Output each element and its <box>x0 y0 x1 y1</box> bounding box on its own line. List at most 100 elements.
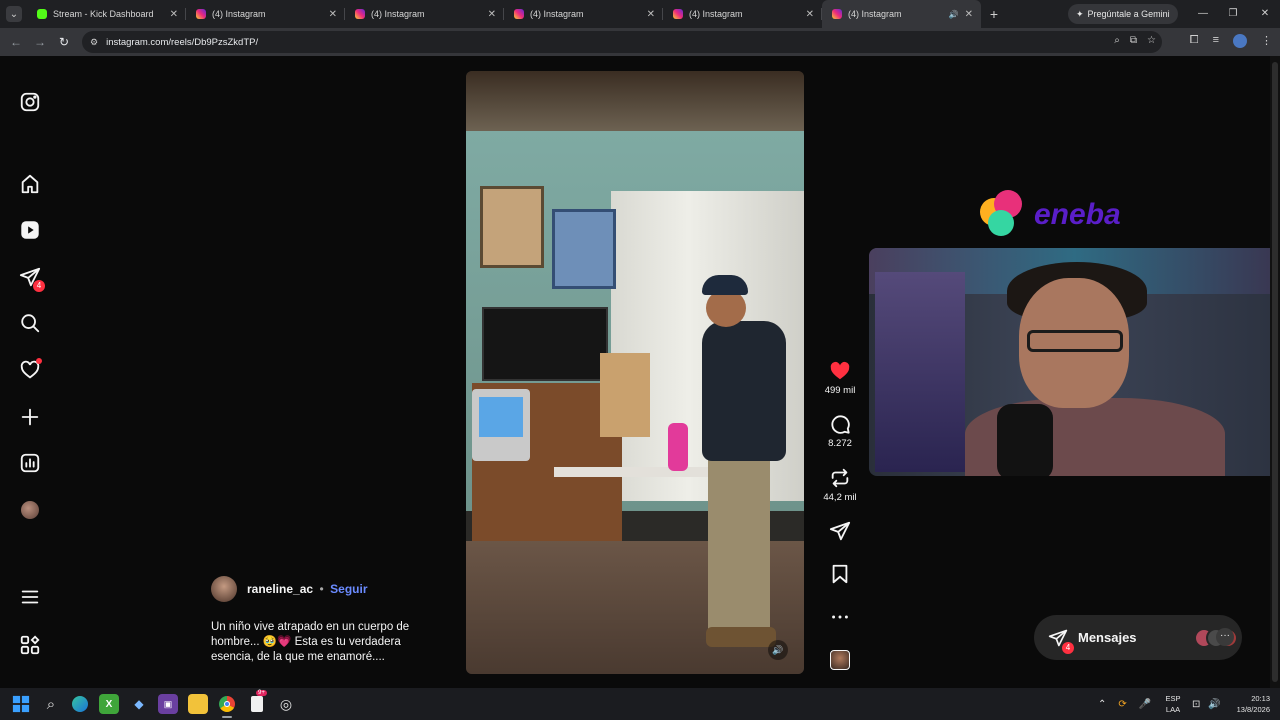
restore-button[interactable]: ❐ <box>1218 0 1248 28</box>
messages-more-icon[interactable]: ··· <box>1216 628 1234 646</box>
install-app-icon[interactable]: ⧉ <box>1130 35 1137 46</box>
tab-title: (4) Instagram <box>848 9 902 19</box>
obs-icon[interactable]: ◎ <box>276 694 296 714</box>
zoom-icon[interactable]: ⌕ <box>1114 35 1120 46</box>
close-tab-icon[interactable]: ✕ <box>488 9 496 20</box>
messages-pill[interactable]: 4 Mensajes ··· <box>1034 615 1242 660</box>
search-icon[interactable] <box>19 312 41 334</box>
browser-tab[interactable]: (4) Instagram ✕ <box>663 0 822 28</box>
bookmark-star-icon[interactable]: ☆ <box>1147 35 1156 46</box>
url-text[interactable]: instagram.com/reels/Db9PzsZkdTP/ <box>106 37 258 48</box>
instagram-logo-icon[interactable] <box>19 91 41 113</box>
original-audio-thumbnail[interactable] <box>830 650 850 670</box>
reels-icon[interactable] <box>19 219 41 241</box>
video-frame-tv <box>482 307 608 381</box>
site-info-icon[interactable]: ⚙ <box>90 37 98 48</box>
video-frame-portrait <box>480 186 544 268</box>
caption-text[interactable]: Un niño vive atrapado en un cuerpo de ho… <box>211 620 441 665</box>
video-frame-ceiling <box>466 71 804 131</box>
close-tab-icon[interactable]: ✕ <box>170 9 178 20</box>
windows-taskbar: ⌕ X ◆ ▣ 9+ ◎ ⌃ ⟳ 🎤 ESP LAA ⊡ 🔊 20:13 13/… <box>0 688 1280 720</box>
home-icon[interactable] <box>19 173 41 195</box>
more-menu-icon[interactable] <box>19 586 41 608</box>
reel-author: raneline_ac • Seguir <box>211 576 441 602</box>
dashboard-chart-icon[interactable] <box>19 452 41 474</box>
tab-title: (4) Instagram <box>371 9 425 19</box>
file-explorer-icon[interactable] <box>188 694 208 714</box>
close-window-button[interactable]: ✕ <box>1250 0 1280 28</box>
browser-tab[interactable]: (4) Instagram ✕ <box>345 0 504 28</box>
bookmark-icon <box>832 564 848 584</box>
time-text: 20:13 <box>1251 694 1270 703</box>
close-tab-icon[interactable]: ✕ <box>965 9 973 20</box>
photos-app-icon[interactable]: ▣ <box>158 694 178 714</box>
repost-button[interactable]: 44,2 mil <box>818 467 862 503</box>
kick-icon <box>37 9 47 19</box>
microphone-icon[interactable]: 🎤 <box>1139 699 1151 710</box>
close-tab-icon[interactable]: ✕ <box>647 9 655 20</box>
instagram-icon <box>673 9 683 19</box>
system-tray: ⌃ ⟳ 🎤 <box>1098 688 1151 720</box>
profile-avatar-icon[interactable] <box>19 499 41 521</box>
messages-label: Mensajes <box>1078 630 1137 645</box>
browser-tab[interactable]: (4) Instagram ✕ <box>504 0 663 28</box>
volume-icon[interactable]: 🔊 <box>768 640 788 660</box>
app-badge: 9+ <box>256 690 267 696</box>
author-username[interactable]: raneline_ac <box>247 582 313 596</box>
close-tab-icon[interactable]: ✕ <box>806 9 814 20</box>
sync-icon[interactable]: ⟳ <box>1118 699 1126 710</box>
create-plus-icon[interactable] <box>19 406 41 428</box>
address-bar[interactable]: ⚙ instagram.com/reels/Db9PzsZkdTP/ ⌕ ⧉ ☆ <box>82 31 1162 53</box>
ellipsis-icon <box>832 615 848 619</box>
like-button[interactable]: 499 mil <box>818 360 862 396</box>
tab-search-button[interactable]: ⌄ <box>6 6 22 22</box>
notifications-heart-icon[interactable] <box>19 358 42 381</box>
language-code: ESP <box>1165 694 1181 703</box>
save-button[interactable] <box>818 563 862 585</box>
send-icon <box>829 521 851 541</box>
gemini-button[interactable]: ✦ Pregúntale a Gemini <box>1068 4 1178 24</box>
browser-tab[interactable]: (4) Instagram ✕ <box>186 0 345 28</box>
notes-app-icon[interactable]: 9+ <box>247 690 267 714</box>
comment-button[interactable]: 8.272 <box>818 413 862 449</box>
quick-settings[interactable]: ⊡ 🔊 <box>1192 688 1221 720</box>
input-language[interactable]: ESP LAA <box>1160 693 1186 715</box>
media-control-icon[interactable]: ≡ <box>1213 34 1219 48</box>
menu-kebab-icon[interactable]: ⋮ <box>1261 34 1272 48</box>
more-options-button[interactable] <box>818 606 862 628</box>
reel-video[interactable]: 🔊 <box>466 71 804 674</box>
forward-arrow-icon[interactable]: → <box>28 35 52 49</box>
browser-tab-active[interactable]: (4) Instagram 🔊 ✕ <box>822 0 981 28</box>
close-tab-icon[interactable]: ✕ <box>329 9 337 20</box>
author-avatar[interactable] <box>211 576 237 602</box>
video-frame-crt-tv <box>472 389 530 461</box>
diamond-app-icon[interactable]: ◆ <box>129 694 149 714</box>
also-from-meta-icon[interactable] <box>19 634 41 656</box>
video-frame-boxes <box>600 353 650 437</box>
new-tab-button[interactable]: + <box>981 6 1007 22</box>
follow-button[interactable]: Seguir <box>330 582 367 596</box>
taskbar-search-icon[interactable]: ⌕ <box>41 694 61 714</box>
share-button[interactable] <box>818 520 862 542</box>
tab-title: Stream - Kick Dashboard <box>53 9 154 19</box>
sponsor-wordmark: eneba <box>1034 198 1121 231</box>
active-app-indicator <box>222 716 232 718</box>
browser-tab[interactable]: Stream - Kick Dashboard ✕ <box>27 0 186 28</box>
windows-start-icon[interactable] <box>11 694 31 714</box>
messages-badge: 4 <box>33 280 45 292</box>
chrome-icon[interactable] <box>217 694 237 714</box>
minimize-button[interactable]: — <box>1188 0 1218 28</box>
reload-icon[interactable]: ↻ <box>52 35 76 49</box>
xbox-app-icon[interactable]: X <box>99 694 119 714</box>
messages-badge: 4 <box>1062 641 1074 654</box>
profile-avatar[interactable] <box>1233 34 1247 48</box>
comment-icon <box>831 415 850 434</box>
back-arrow-icon[interactable]: ← <box>4 35 28 49</box>
direct-messages-icon[interactable]: 4 <box>19 266 45 292</box>
chevron-up-icon[interactable]: ⌃ <box>1098 699 1106 710</box>
clock[interactable]: 20:13 13/8/2026 <box>1224 693 1270 715</box>
speaker-icon[interactable]: 🔊 <box>949 10 959 19</box>
extensions-icon[interactable]: ⧠ <box>1190 34 1199 48</box>
edge-icon[interactable] <box>70 694 90 714</box>
page-scrollbar[interactable] <box>1270 56 1280 688</box>
